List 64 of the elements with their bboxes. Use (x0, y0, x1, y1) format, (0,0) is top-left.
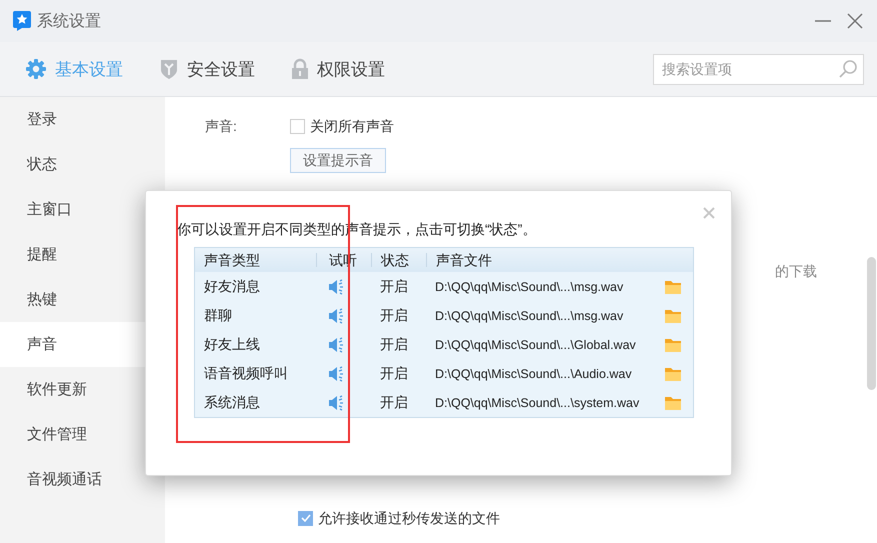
set-sound-button[interactable]: 设置提示音 (290, 148, 386, 173)
browse-button[interactable] (664, 336, 682, 352)
table-cell-text: 好友上线 (203, 336, 261, 354)
play-sound-button[interactable] (328, 366, 344, 382)
tab[interactable]: 权限设置 (291, 54, 385, 84)
folder-icon (664, 308, 682, 324)
setting-label: 声音: (205, 117, 237, 136)
close-icon (847, 13, 863, 29)
checkbox-label: 允许接收通过秒传发送的文件 (318, 509, 500, 528)
speaker-icon (328, 366, 344, 382)
browse-button[interactable] (664, 278, 682, 294)
close-button[interactable] (845, 11, 865, 31)
sidebar-item[interactable]: 登录 (0, 97, 165, 142)
speaker-icon (328, 308, 344, 324)
browse-button[interactable] (664, 394, 682, 410)
play-sound-button[interactable] (328, 394, 344, 410)
table-cell-text: 语音视频呼叫 (203, 364, 289, 382)
play-sound-button[interactable] (328, 278, 344, 294)
check-icon (300, 512, 312, 524)
setting-text: 的下载 (775, 263, 817, 281)
table-cell-text: D:\QQ\qq\Misc\Sound\...\Global.wav (435, 338, 637, 352)
scrollbar[interactable] (867, 257, 876, 390)
table-cell-text: 群聊 (203, 306, 233, 324)
table-cell-text: D:\QQ\qq\Misc\Sound\...\msg.wav (435, 308, 624, 322)
status-toggle[interactable]: 开启 (371, 336, 426, 354)
lock-icon (291, 58, 309, 80)
play-sound-button[interactable] (328, 308, 344, 324)
table-cell-text: D:\QQ\qq\Misc\Sound\...\system.wav (435, 396, 640, 410)
gear-icon (25, 58, 47, 80)
close-button[interactable] (703, 207, 715, 219)
checkbox-label: 关闭所有声音 (310, 117, 394, 136)
play-sound-button[interactable] (328, 336, 344, 352)
window-title: 系统设置 (37, 12, 101, 32)
browse-button[interactable] (664, 366, 682, 382)
checkbox[interactable] (298, 510, 313, 526)
table-cell-text: D:\QQ\qq\Misc\Sound\...\Audio.wav (435, 366, 633, 380)
sidebar-item[interactable]: 音视频通话 (0, 457, 165, 502)
minimize-icon (815, 20, 831, 22)
status-toggle[interactable]: 开启 (371, 394, 426, 412)
search-field[interactable]: 搜索设置项 (653, 54, 864, 84)
app-logo-icon (12, 10, 32, 32)
browse-button[interactable] (664, 308, 682, 324)
close-icon (703, 207, 715, 219)
table-cell-text: 系统消息 (203, 394, 261, 412)
status-toggle[interactable]: 开启 (371, 364, 426, 382)
column-header: 声音文件 (426, 253, 693, 267)
status-toggle[interactable]: 开启 (371, 306, 426, 324)
shield-icon (159, 58, 179, 80)
tab[interactable]: 安全设置 (159, 54, 255, 84)
folder-icon (664, 394, 682, 410)
table-cell-text: D:\QQ\qq\Misc\Sound\...\msg.wav (435, 280, 624, 294)
folder-icon (664, 278, 682, 294)
table-cell-text: 好友消息 (203, 278, 261, 296)
status-toggle[interactable]: 开启 (371, 278, 426, 296)
search-icon (838, 58, 858, 78)
checkbox[interactable] (290, 118, 305, 134)
folder-icon (664, 366, 682, 382)
speaker-icon (328, 394, 344, 410)
column-header: 状态 (371, 253, 426, 267)
folder-icon (664, 336, 682, 352)
column-header: 声音类型 (203, 253, 261, 267)
speaker-icon (328, 278, 344, 294)
sidebar-item[interactable]: 状态 (0, 142, 165, 187)
speaker-icon (328, 336, 344, 352)
